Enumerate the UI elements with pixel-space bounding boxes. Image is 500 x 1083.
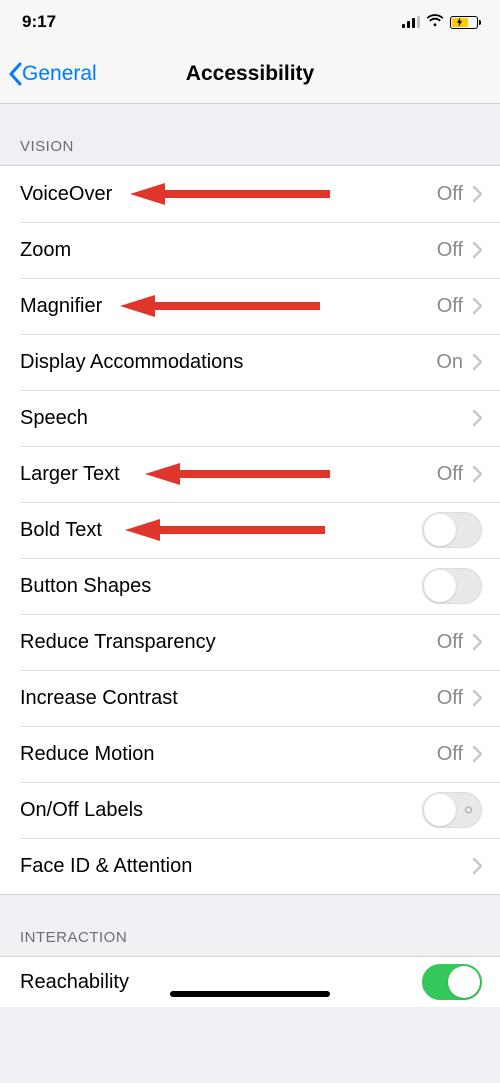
row-label: Display Accommodations xyxy=(20,351,436,374)
row-value: Off xyxy=(437,631,463,654)
page-title: Accessibility xyxy=(186,62,314,86)
chevron-right-icon xyxy=(473,634,482,650)
row-zoom[interactable]: Zoom Off xyxy=(0,222,500,278)
interaction-list: Reachability xyxy=(0,956,500,1007)
battery-icon xyxy=(450,16,478,29)
home-indicator[interactable] xyxy=(170,991,330,997)
row-label: Increase Contrast xyxy=(20,687,437,710)
back-button[interactable]: General xyxy=(8,44,97,103)
navigation-bar: General Accessibility xyxy=(0,44,500,104)
back-label: General xyxy=(22,62,97,86)
row-value: Off xyxy=(437,687,463,710)
chevron-right-icon xyxy=(473,242,482,258)
row-label: Reduce Motion xyxy=(20,743,437,766)
row-speech[interactable]: Speech xyxy=(0,390,500,446)
row-reachability: Reachability xyxy=(0,957,500,1007)
vision-list: VoiceOver Off Zoom Off Magnifier Off Dis… xyxy=(0,165,500,895)
row-magnifier[interactable]: Magnifier Off xyxy=(0,278,500,334)
chevron-left-icon xyxy=(8,62,22,86)
row-increase-contrast[interactable]: Increase Contrast Off xyxy=(0,670,500,726)
wifi-icon xyxy=(426,14,444,31)
row-label: Face ID & Attention xyxy=(20,855,473,878)
row-value: On xyxy=(436,351,463,374)
bold-text-toggle[interactable] xyxy=(422,512,482,548)
button-shapes-toggle[interactable] xyxy=(422,568,482,604)
chevron-right-icon xyxy=(473,690,482,706)
row-onoff-labels: On/Off Labels xyxy=(0,782,500,838)
row-label: Reduce Transparency xyxy=(20,631,437,654)
row-value: Off xyxy=(437,743,463,766)
row-label: Zoom xyxy=(20,239,437,262)
chevron-right-icon xyxy=(473,466,482,482)
reachability-toggle[interactable] xyxy=(422,964,482,1000)
row-bold-text: Bold Text xyxy=(0,502,500,558)
chevron-right-icon xyxy=(473,298,482,314)
cellular-signal-icon xyxy=(402,16,420,28)
row-label: VoiceOver xyxy=(20,183,437,206)
chevron-right-icon xyxy=(473,746,482,762)
row-display-accommodations[interactable]: Display Accommodations On xyxy=(0,334,500,390)
row-value: Off xyxy=(437,295,463,318)
row-label: Larger Text xyxy=(20,463,437,486)
row-reduce-motion[interactable]: Reduce Motion Off xyxy=(0,726,500,782)
status-bar: 9:17 xyxy=(0,0,500,44)
row-label: On/Off Labels xyxy=(20,799,422,822)
row-label: Magnifier xyxy=(20,295,437,318)
row-value: Off xyxy=(437,463,463,486)
status-indicators xyxy=(402,14,478,31)
row-label: Bold Text xyxy=(20,519,422,542)
section-header-interaction: INTERACTION xyxy=(0,895,500,956)
row-voiceover[interactable]: VoiceOver Off xyxy=(0,166,500,222)
section-header-vision: VISION xyxy=(0,104,500,165)
chevron-right-icon xyxy=(473,186,482,202)
row-button-shapes: Button Shapes xyxy=(0,558,500,614)
row-faceid-attention[interactable]: Face ID & Attention xyxy=(0,838,500,894)
chevron-right-icon xyxy=(473,354,482,370)
row-value: Off xyxy=(437,239,463,262)
chevron-right-icon xyxy=(473,858,482,874)
row-label: Speech xyxy=(20,407,473,430)
row-reduce-transparency[interactable]: Reduce Transparency Off xyxy=(0,614,500,670)
chevron-right-icon xyxy=(473,410,482,426)
status-time: 9:17 xyxy=(22,12,56,32)
onoff-labels-toggle[interactable] xyxy=(422,792,482,828)
row-value: Off xyxy=(437,183,463,206)
row-label: Button Shapes xyxy=(20,575,422,598)
row-larger-text[interactable]: Larger Text Off xyxy=(0,446,500,502)
